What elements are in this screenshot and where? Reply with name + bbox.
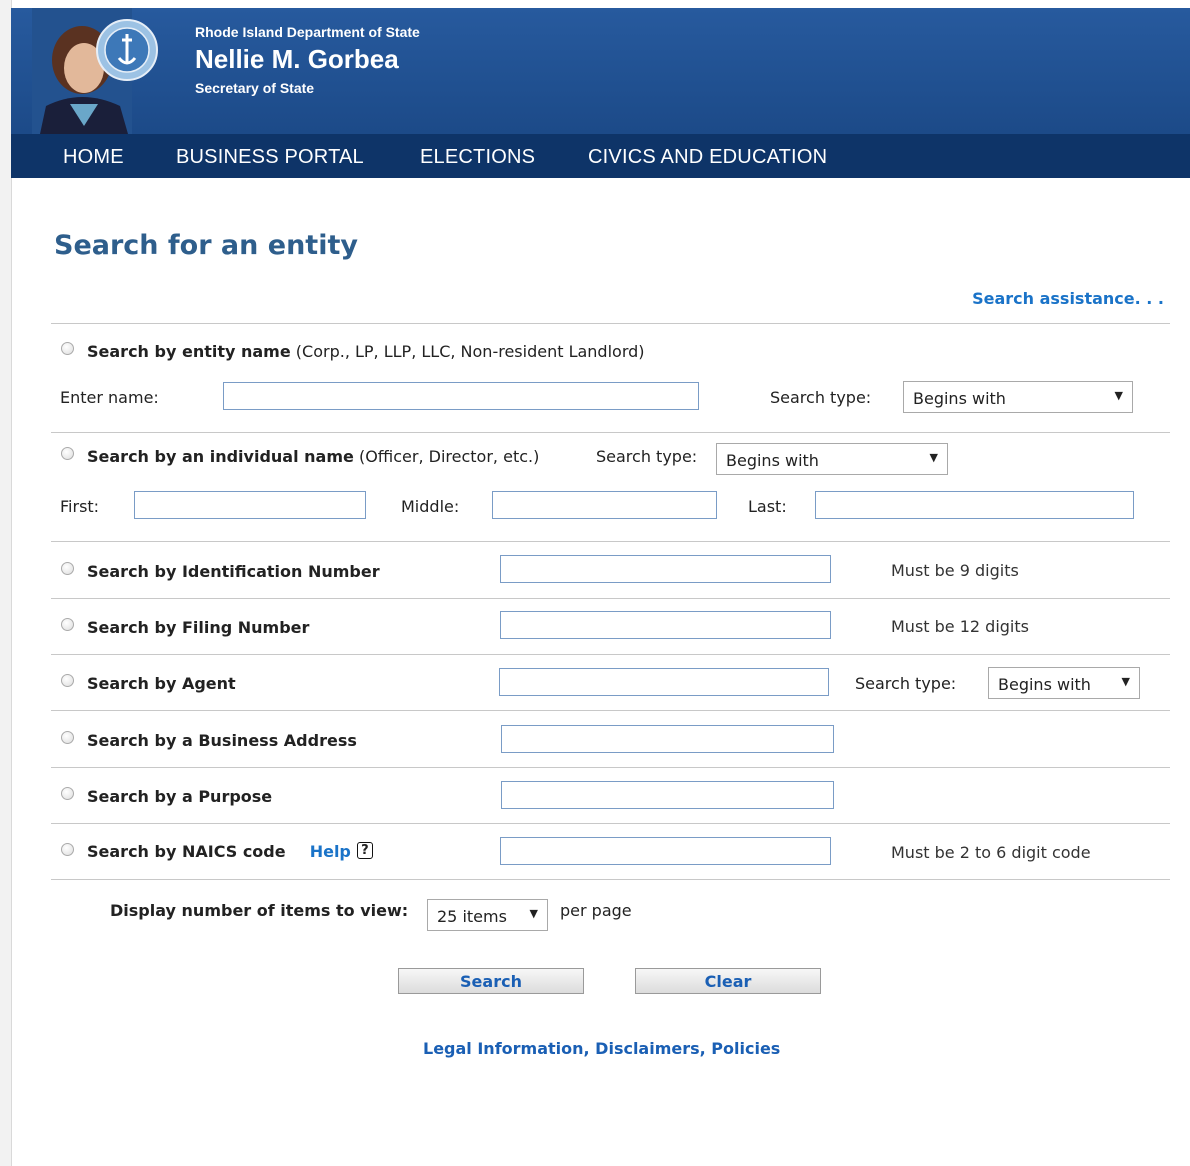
naics-input[interactable]	[500, 837, 831, 865]
radio-entity-name[interactable]	[61, 342, 74, 355]
entity-search-type-label: Search type:	[770, 388, 872, 407]
clear-button[interactable]: Clear	[635, 968, 821, 994]
id-number-hint: Must be 9 digits	[891, 561, 1019, 580]
official-title: Secretary of State	[195, 80, 315, 96]
agent-search-type-select[interactable]: Begins with ▼	[988, 667, 1140, 699]
divider	[51, 823, 1170, 824]
radio-business-address[interactable]	[61, 731, 74, 744]
divider	[51, 767, 1170, 768]
divider	[51, 432, 1170, 433]
page-title: Search for an entity	[54, 230, 358, 261]
agent-input[interactable]	[499, 668, 829, 696]
id-number-label: Search by Identification Number	[87, 562, 380, 581]
per-page-label: per page	[560, 901, 632, 920]
enter-name-label: Enter name:	[60, 388, 159, 407]
radio-individual-name[interactable]	[61, 447, 74, 460]
radio-naics[interactable]	[61, 843, 74, 856]
business-address-input[interactable]	[501, 725, 834, 753]
entity-search-type-select[interactable]: Begins with ▼	[903, 381, 1133, 413]
nav-business-portal[interactable]: BUSINESS PORTAL	[176, 146, 364, 169]
divider	[51, 323, 1170, 324]
agent-search-type-value: Begins with	[998, 675, 1091, 694]
department-name: Rhode Island Department of State	[195, 24, 420, 40]
radio-filing-number[interactable]	[61, 618, 74, 631]
divider	[51, 541, 1170, 542]
last-name-label: Last:	[748, 497, 787, 516]
nav-elections[interactable]: ELECTIONS	[420, 146, 535, 169]
help-question-icon[interactable]: ?	[356, 842, 373, 859]
id-number-input[interactable]	[500, 555, 831, 583]
first-name-input[interactable]	[134, 491, 366, 519]
naics-hint: Must be 2 to 6 digit code	[891, 843, 1091, 862]
entity-name-note: (Corp., LP, LLP, LLC, Non-resident Landl…	[295, 342, 645, 361]
dropdown-arrow-icon: ▼	[1121, 675, 1130, 688]
naics-label: Search by NAICS code	[87, 842, 286, 861]
search-assistance-link[interactable]: Search assistance. . .	[972, 289, 1164, 308]
official-name: Nellie M. Gorbea	[195, 44, 399, 74]
divider	[51, 879, 1170, 880]
dropdown-arrow-icon: ▼	[529, 907, 538, 920]
divider	[51, 710, 1170, 711]
last-name-input[interactable]	[815, 491, 1134, 519]
state-seal-icon	[95, 18, 159, 82]
radio-id-number[interactable]	[61, 562, 74, 575]
entity-name-label: Search by entity name	[87, 342, 291, 361]
filing-number-input[interactable]	[500, 611, 831, 639]
nav-civics-education[interactable]: CIVICS AND EDUCATION	[588, 146, 827, 169]
individual-search-type-select[interactable]: Begins with ▼	[716, 443, 948, 475]
legal-info-link[interactable]: Legal Information, Disclaimers, Policies	[423, 1039, 780, 1058]
radio-purpose[interactable]	[61, 787, 74, 800]
agent-label: Search by Agent	[87, 674, 236, 693]
filing-number-label: Search by Filing Number	[87, 618, 310, 637]
search-button[interactable]: Search	[398, 968, 584, 994]
dropdown-arrow-icon: ▼	[1114, 389, 1123, 402]
entity-search-type-value: Begins with	[913, 389, 1006, 408]
filing-number-hint: Must be 12 digits	[891, 617, 1029, 636]
individual-search-type-label: Search type:	[596, 447, 698, 466]
individual-name-note: (Officer, Director, etc.)	[358, 447, 540, 466]
purpose-input[interactable]	[501, 781, 834, 809]
business-address-label: Search by a Business Address	[87, 731, 357, 750]
site-header	[11, 8, 1190, 134]
middle-name-label: Middle:	[401, 497, 460, 516]
individual-name-label: Search by an individual name	[87, 447, 354, 466]
nav-home[interactable]: HOME	[63, 146, 124, 169]
individual-search-type-value: Begins with	[726, 451, 819, 470]
display-count-label: Display number of items to view:	[110, 901, 409, 920]
radio-agent[interactable]	[61, 674, 74, 687]
entity-name-input[interactable]	[223, 382, 699, 410]
middle-name-input[interactable]	[492, 491, 717, 519]
first-name-label: First:	[60, 497, 100, 516]
naics-help-link[interactable]: Help	[310, 842, 351, 861]
agent-search-type-label: Search type:	[855, 674, 957, 693]
items-per-page-value: 25 items	[437, 907, 507, 926]
items-per-page-select[interactable]: 25 items ▼	[427, 899, 548, 931]
dropdown-arrow-icon: ▼	[929, 451, 938, 464]
main-nav: HOME BUSINESS PORTAL ELECTIONS CIVICS AN…	[11, 134, 1190, 178]
purpose-label: Search by a Purpose	[87, 787, 273, 806]
divider	[51, 654, 1170, 655]
divider	[51, 598, 1170, 599]
